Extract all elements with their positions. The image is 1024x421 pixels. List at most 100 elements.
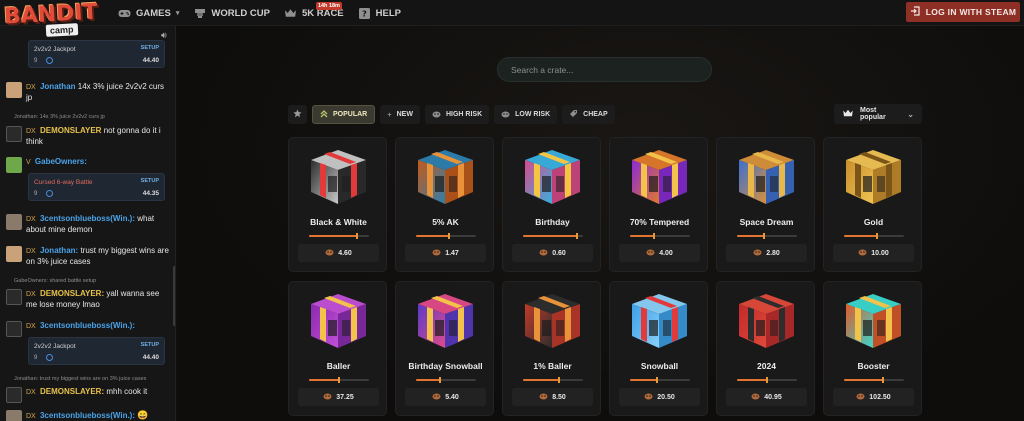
chat-battle-card[interactable]: 2v2v2 Jackpot SETUP 9 44.40	[28, 337, 165, 365]
nav-games-label: GAMES	[136, 7, 171, 19]
crate-price: 2.80	[726, 244, 807, 262]
chat-scrollbar[interactable]	[173, 266, 175, 326]
avatar[interactable]	[6, 321, 22, 337]
crate-name: Birthday Snowball	[408, 361, 483, 371]
sort-label: Most popular	[860, 107, 886, 121]
risk-marker	[876, 233, 878, 239]
card-setup-link[interactable]: SETUP	[141, 45, 159, 51]
crate-card[interactable]: 70% Tempered 4.00	[609, 137, 708, 272]
risk-fill	[630, 379, 657, 381]
chat-username[interactable]: DEMONSLAYER:	[40, 289, 104, 298]
site-logo[interactable]: BANDIT camp	[3, 0, 104, 38]
avatar[interactable]	[6, 82, 22, 98]
coin-icon	[432, 248, 441, 258]
crate-card[interactable]: Baller 37.25	[288, 281, 387, 416]
level-badge: DX	[26, 216, 36, 223]
risk-marker	[763, 233, 765, 239]
crate-card[interactable]: 2024 40.95	[716, 281, 815, 416]
favorites-filter-button[interactable]	[288, 105, 307, 124]
coin-icon	[539, 248, 548, 258]
coin-icon	[539, 392, 548, 402]
filter-popular[interactable]: POPULAR	[312, 105, 376, 124]
risk-fill	[309, 235, 357, 237]
race-timer-badge: 14h 18m	[315, 1, 342, 10]
filter-cheap[interactable]: CHEAP	[562, 105, 615, 124]
crate-card[interactable]: Gold 10.00	[823, 137, 922, 272]
crate-price: 37.25	[298, 388, 379, 406]
loading-icon	[46, 190, 53, 197]
crate-search-input[interactable]	[497, 57, 712, 82]
chat-username[interactable]: 3centsonblueboss(Win.):	[40, 214, 135, 223]
coin-icon	[323, 392, 332, 402]
chat-username[interactable]: DEMONSLAYER:	[40, 387, 104, 396]
card-setup-link[interactable]: SETUP	[141, 178, 159, 184]
chat-username[interactable]: Jonathan:	[40, 246, 78, 255]
coin-icon	[753, 248, 762, 258]
filter-high-risk[interactable]: HIGH RISK	[424, 105, 490, 124]
crate-card[interactable]: Birthday Snowball 5.40	[395, 281, 494, 416]
avatar[interactable]	[6, 289, 22, 305]
chat-username[interactable]: GabeOwners:	[35, 157, 87, 166]
crate-box-icon	[306, 290, 371, 352]
crate-price: 4.00	[619, 244, 700, 262]
avatar[interactable]	[6, 387, 22, 403]
avatar[interactable]	[6, 157, 22, 173]
cheap-icon	[569, 109, 578, 120]
crate-card[interactable]: Snowball 20.50	[609, 281, 708, 416]
crate-name: Snowball	[640, 361, 679, 371]
avatar[interactable]	[6, 126, 22, 142]
chat-username[interactable]: Jonathan	[40, 82, 76, 91]
crate-name: Black & White	[310, 217, 367, 227]
crate-card[interactable]: Booster 102.50	[823, 281, 922, 416]
chat-battle-card[interactable]: Cursed 6-way Battle SETUP 9 44.35	[28, 173, 165, 201]
chat-username[interactable]: 3centsonblueboss(Win.):	[40, 321, 135, 330]
crate-card[interactable]: Birthday 0.60	[502, 137, 601, 272]
chat-battle-card[interactable]: 2v2v2 Jackpot SETUP 9 44.40	[28, 40, 165, 68]
sort-dropdown[interactable]: Most popular ⌄	[834, 104, 922, 124]
reply-quote: Jonathan: trust my biggest wins are on 3…	[14, 376, 147, 382]
crate-name: 70% Tempered	[629, 217, 690, 227]
crate-risk-bar	[523, 377, 583, 383]
loading-icon	[46, 57, 53, 64]
help-icon: ?	[358, 7, 371, 19]
avatar[interactable]	[6, 246, 22, 262]
risk-marker	[439, 377, 441, 383]
crate-card[interactable]: Space Dream 2.80	[716, 137, 815, 272]
filter-low-risk[interactable]: LOW RISK	[494, 105, 558, 124]
crate-risk-bar	[416, 377, 476, 383]
crate-card[interactable]: 5% AK 1.47	[395, 137, 494, 272]
card-setup-link[interactable]: SETUP	[141, 342, 159, 348]
level-badge: DX	[26, 389, 36, 396]
risk-fill	[523, 235, 577, 237]
steam-login-button[interactable]: LOG IN WITH STEAM	[906, 2, 1020, 22]
avatar[interactable]	[6, 214, 22, 230]
avatar[interactable]	[6, 410, 22, 421]
reply-quote: GabeOwners: shared battle setup	[14, 278, 97, 284]
crate-risk-bar	[630, 377, 690, 383]
crate-price-value: 4.00	[659, 249, 673, 257]
main-nav: GAMES ▾ WORLD CUP 5K RACE 14h 18m ? HELP	[118, 0, 401, 26]
chevron-down-icon: ⌄	[907, 109, 914, 119]
nav-games[interactable]: GAMES ▾	[118, 8, 179, 19]
crate-risk-bar	[630, 233, 690, 239]
coin-icon	[644, 392, 653, 402]
crate-risk-bar	[416, 233, 476, 239]
plus-icon: +	[387, 110, 392, 119]
nav-help[interactable]: ? HELP	[358, 7, 401, 19]
nav-world-cup[interactable]: WORLD CUP	[193, 8, 270, 19]
filter-new[interactable]: + NEW	[380, 105, 420, 124]
crate-card[interactable]: Black & White 4.60	[288, 137, 387, 272]
crate-price: 10.00	[833, 244, 914, 262]
filter-high-risk-label: HIGH RISK	[445, 111, 483, 118]
reply-quote: Jonathan: 14x 3% juice 2v2v2 curs jp	[14, 114, 105, 120]
crate-price-value: 2.80	[766, 249, 780, 257]
logo-subtext: camp	[45, 23, 78, 37]
level-badge: DX	[26, 291, 36, 298]
chat-username[interactable]: 3centsonblueboss(Win.):	[40, 411, 135, 420]
crate-card[interactable]: 1% Baller 8.50	[502, 281, 601, 416]
chat-username[interactable]: DEMONSLAYER	[40, 126, 102, 135]
chevron-down-icon: ▾	[175, 10, 180, 17]
nav-5k-race[interactable]: 5K RACE 14h 18m	[284, 1, 344, 19]
coin-icon	[856, 392, 865, 402]
crate-box-icon	[413, 146, 478, 208]
